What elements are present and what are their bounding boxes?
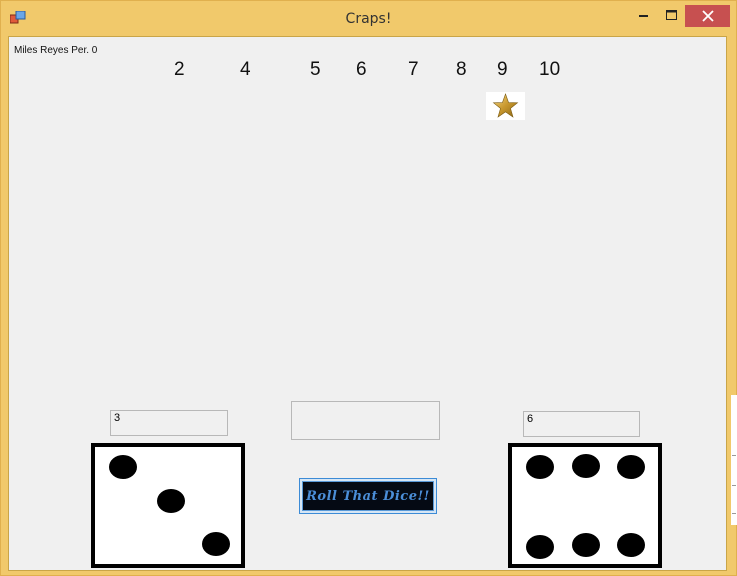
minimize-button[interactable]: [629, 4, 659, 26]
die-pip: [109, 455, 137, 479]
point-number-6: 6: [356, 59, 367, 80]
point-number-9: 9: [497, 59, 508, 80]
die1-textbox[interactable]: 3: [110, 410, 228, 436]
die-pip: [526, 455, 554, 479]
star-icon: [492, 93, 519, 118]
point-number-5: 5: [310, 59, 321, 80]
result-textbox[interactable]: [291, 401, 440, 440]
die-pip: [157, 489, 185, 513]
die-right: [508, 443, 662, 568]
die2-textbox[interactable]: 6: [523, 411, 640, 437]
craps-window: Craps! Miles Reyes Per. 0 2 4 5 6 7 8 9 …: [0, 0, 737, 576]
die-left: [91, 443, 245, 568]
roll-dice-button[interactable]: Roll That Dice!!: [299, 478, 437, 514]
die-pip: [617, 533, 645, 557]
minimize-icon: [639, 15, 648, 17]
window-title: Craps!: [345, 11, 392, 27]
die-pip: [202, 532, 230, 556]
point-number-8: 8: [456, 59, 467, 80]
maximize-button[interactable]: [657, 4, 685, 26]
close-button[interactable]: [685, 5, 730, 27]
point-number-10: 10: [539, 59, 561, 80]
die-pip: [617, 455, 645, 479]
roll-dice-button-label: Roll That Dice!!: [302, 481, 434, 511]
background-window-edge: [731, 395, 737, 525]
die-pip: [572, 533, 600, 557]
maximize-icon: [665, 10, 677, 20]
title-bar[interactable]: Craps!: [1, 1, 736, 36]
point-marker: [486, 92, 525, 120]
point-number-2: 2: [174, 59, 185, 80]
point-number-4: 4: [240, 59, 251, 80]
die-pip: [572, 454, 600, 478]
close-icon: [701, 10, 714, 22]
form-client-area: Miles Reyes Per. 0 2 4 5 6 7 8 9 10 3 6: [8, 36, 727, 571]
die-pip: [526, 535, 554, 559]
point-number-7: 7: [408, 59, 419, 80]
author-label: Miles Reyes Per. 0: [14, 45, 98, 56]
